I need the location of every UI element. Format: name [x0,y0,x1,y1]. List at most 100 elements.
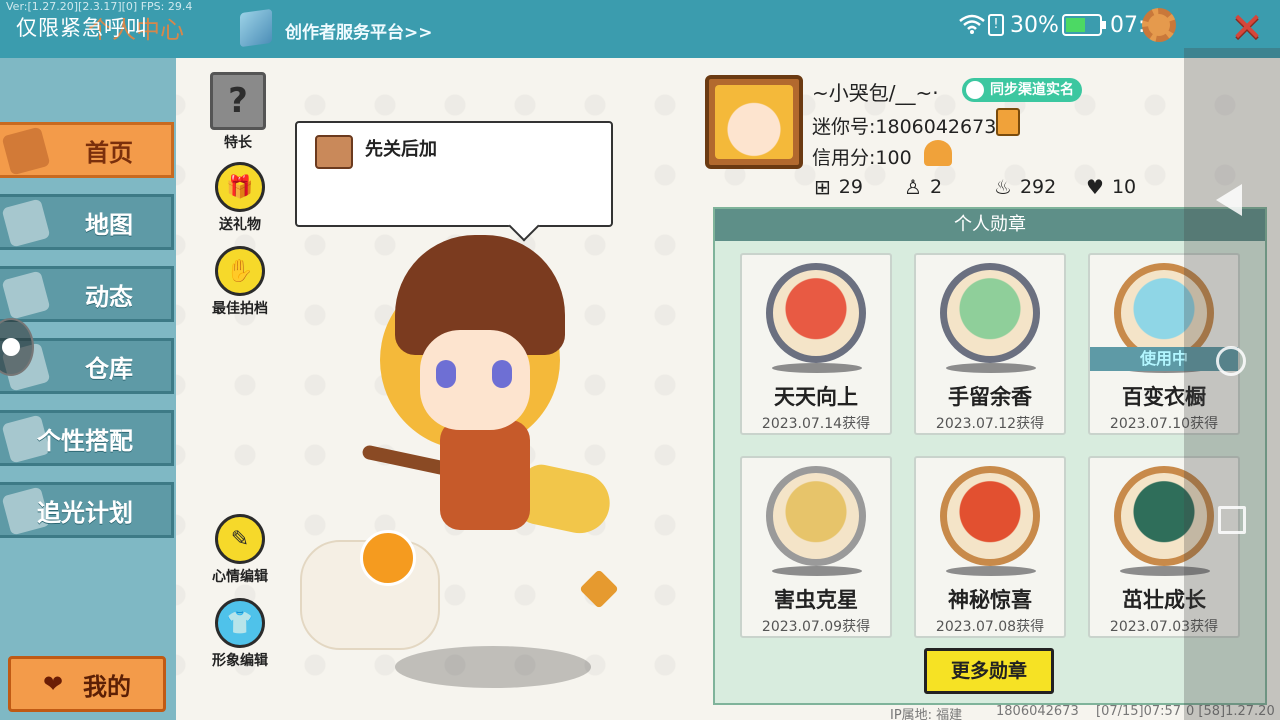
data-saver-icon: ! [988,14,1004,36]
mood-text: 先关后加 [365,139,437,160]
emergency-call-label[interactable]: 仅限紧急呼叫 [16,12,148,42]
medal-stand [946,566,1036,576]
credit-user-icon[interactable] [924,140,952,166]
tool-label: 特长 [224,135,252,151]
medal-card[interactable]: 手留余香 2023.07.12获得 [914,253,1066,435]
sidebar-item-label: 个性搭配 [37,426,133,455]
mini-id: 迷你号:1806042673 [812,116,997,138]
screen-background: Ver:[1.27.20][2.3.17][0] FPS: 29.4 个人中心 … [0,0,1280,720]
stat-value: 292 [1019,176,1057,198]
map-icon [1,198,51,248]
creator-platform-link[interactable]: 创作者服务平台>> [285,18,433,43]
realname-badge[interactable]: 同步渠道实名 [962,78,1082,102]
stat-popularity[interactable]: ♨ 292 [994,175,1056,199]
home-icon[interactable] [1216,346,1246,376]
medal-card[interactable]: 害虫克星 2023.07.09获得 [740,456,892,638]
stat-follow[interactable]: ♙ 2 [904,175,942,199]
tool-label: 最佳拍档 [212,301,268,317]
creator-platform-icon[interactable] [240,8,272,48]
credit-score: 信用分:100 [812,147,912,169]
medal-badge-icon [940,263,1040,363]
handshake-icon: ✋ [215,246,265,296]
sidebar-item-map[interactable]: 地图 [0,194,174,250]
me-button[interactable]: ❤ 我的 [8,656,166,712]
sidebar-item-label: 仓库 [85,354,133,383]
medal-date: 2023.07.12获得 [935,416,1045,432]
battery-percent: 30% [1010,12,1059,38]
specialty-button[interactable]: ? 特长 [198,72,278,152]
medal-stand [772,363,862,373]
maple-leaf-icon [579,569,619,609]
medal-date: 2023.07.08获得 [935,619,1045,635]
people-icon: ♙ [904,175,922,199]
sidebar-item-label: 追光计划 [37,498,133,527]
medal-name: 天天向上 [774,385,858,409]
sidebar-item-home[interactable]: 首页 [0,122,174,178]
heart-outline-icon: ♥ [1086,175,1104,199]
character-eye [436,360,456,388]
medal-panel-title: 个人勋章 [715,209,1265,241]
stat-value: 2 [929,176,943,198]
ip-location: IP属地: 福建 [890,708,963,720]
sidebar-item-label: 地图 [85,210,133,239]
me-button-label: 我的 [83,672,132,701]
gift-icon: 🎁 [215,162,265,212]
sidebar-item-label: 动态 [85,282,133,311]
avatar-image [715,85,793,159]
heart-icon: ❤ [42,670,64,698]
medal-date: 2023.07.14获得 [761,416,871,432]
stat-fans[interactable]: ⊞ 29 [814,175,863,199]
more-medals-button[interactable]: 更多勋章 [924,648,1054,694]
image-edit-button[interactable]: 👕 形象编辑 [200,598,280,670]
nickname: ~小哭包/__~· [812,81,939,105]
flame-icon: ♨ [994,175,1012,199]
character-body [440,420,530,530]
edit-icon: ✎ [215,514,265,564]
mood-edit-button[interactable]: ✎ 心情编辑 [200,514,280,586]
medal-badge-icon [766,263,866,363]
system-nav-overlay [1184,48,1280,720]
question-icon: ? [210,72,266,130]
sidebar-item-feed[interactable]: 动态 [0,266,174,322]
pet-orange-decoration [360,530,416,586]
medal-stand [772,566,862,576]
footer-timestamp: [07/15]07:57 [1096,704,1182,719]
character-eye [492,360,512,388]
send-gift-button[interactable]: 🎁 送礼物 [200,162,280,234]
stat-likes[interactable]: ♥ 10 [1086,175,1136,199]
copy-icon[interactable] [996,108,1020,136]
wifi-icon [959,14,985,34]
medal-badge-icon [766,466,866,566]
sidebar-item-light-plan[interactable]: 追光计划 [0,482,174,538]
gear-icon[interactable] [1142,8,1176,42]
avatar[interactable] [705,75,803,169]
character-shadow [395,646,591,688]
sidebar-item-outfit[interactable]: 个性搭配 [0,410,174,466]
battery-icon [1062,14,1106,36]
medal-name: 手留余香 [948,385,1032,409]
stat-value: 10 [1111,176,1137,198]
medal-stand [946,363,1036,373]
house-icon [1,126,51,176]
tool-label: 心情编辑 [212,569,268,585]
mood-speech-bubble: 先关后加 [295,121,613,227]
medal-name: 神秘惊喜 [948,588,1032,612]
medal-badge-icon [940,466,1040,566]
bell-icon [1,270,51,320]
outfit-icon: 👕 [215,598,265,648]
close-button[interactable]: ✕ [1222,5,1272,51]
footer-uid: 1806042673 [996,704,1079,719]
sidebar-item-label: 首页 [85,138,133,167]
plus-square-icon: ⊞ [814,175,831,199]
mood-avatar-icon [315,135,353,169]
medal-date: 2023.07.09获得 [761,619,871,635]
recent-apps-icon[interactable] [1218,506,1246,534]
medal-name: 害虫克星 [774,588,858,612]
medal-card[interactable]: 天天向上 2023.07.14获得 [740,253,892,435]
tool-label: 形象编辑 [212,653,268,669]
medal-card[interactable]: 神秘惊喜 2023.07.08获得 [914,456,1066,638]
stat-value: 29 [838,176,863,198]
best-partner-button[interactable]: ✋ 最佳拍档 [200,246,280,318]
back-icon[interactable] [1216,184,1242,216]
tool-label: 送礼物 [219,217,261,233]
